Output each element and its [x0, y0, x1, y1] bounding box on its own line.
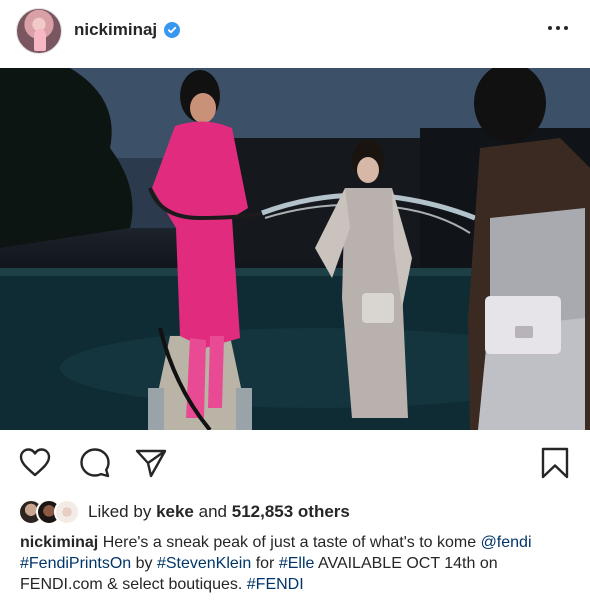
more-options-icon[interactable] — [540, 16, 576, 40]
hashtag-link[interactable]: #StevenKlein — [157, 555, 251, 572]
caption-username[interactable]: nickiminaj — [20, 534, 98, 551]
likes-and: and — [198, 502, 227, 521]
hashtag-link[interactable]: #FendiPrintsOn — [20, 555, 131, 572]
likes-count[interactable]: 512,853 — [232, 502, 293, 521]
likes-prefix: Liked by — [88, 502, 152, 521]
paper-plane-icon[interactable] — [134, 446, 168, 480]
comment-icon[interactable] — [78, 446, 112, 480]
liker-username[interactable]: keke — [156, 502, 194, 521]
post-action-bar — [0, 440, 590, 486]
hashtag-link[interactable]: #Elle — [279, 555, 315, 572]
caption-text: by — [131, 555, 157, 572]
post-image[interactable] — [0, 68, 590, 430]
liker-avatar — [54, 499, 80, 525]
caption-text: for — [251, 555, 279, 572]
post-header: nickiminaj — [0, 0, 590, 68]
hashtag-link[interactable]: #FENDI — [247, 576, 304, 593]
post-photo-illustration — [0, 68, 590, 430]
heart-icon[interactable] — [18, 446, 52, 480]
mention-link[interactable]: @fendi — [481, 534, 532, 551]
bookmark-icon[interactable] — [538, 446, 572, 480]
post-caption: nickiminaj Here's a sneak peak of just a… — [20, 532, 576, 595]
likes-others[interactable]: others — [298, 502, 350, 521]
likes-text: Liked by keke and 512,853 others — [88, 502, 350, 522]
post-username[interactable]: nickiminaj — [74, 20, 157, 40]
likes-summary[interactable]: Liked by keke and 512,853 others — [18, 498, 350, 526]
verified-badge-icon — [164, 22, 180, 38]
caption-text: Here's a sneak peak of just a taste of w… — [98, 534, 481, 551]
avatar[interactable] — [16, 8, 62, 54]
